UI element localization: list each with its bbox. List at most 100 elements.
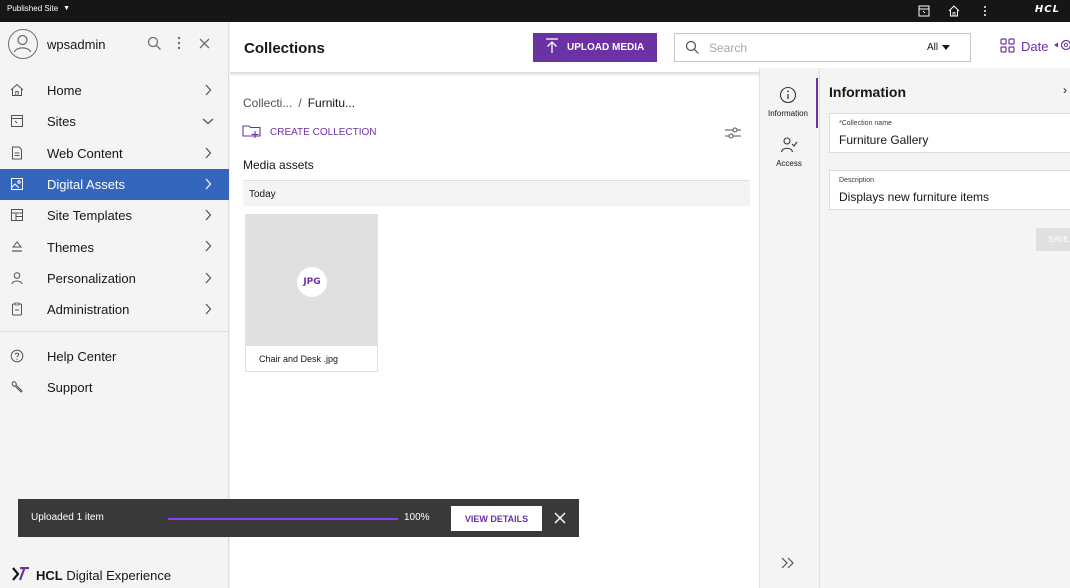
- view-details-button[interactable]: VIEW DETAILS: [451, 506, 542, 531]
- nav-item-label: Site Templates: [47, 208, 133, 224]
- collection-name-input[interactable]: [839, 132, 1064, 148]
- user-row: wpsadmin: [0, 22, 229, 70]
- nav-item-sites[interactable]: Sites: [0, 106, 229, 137]
- breadcrumb-current: Furnitu...: [307, 96, 356, 110]
- breadcrumb-collections[interactable]: Collecti...: [243, 96, 292, 110]
- collection-name-label: *Collection name: [839, 120, 892, 127]
- clipboard-icon: [9, 301, 25, 317]
- sort-settings-icon: [1054, 37, 1070, 56]
- template-icon: [9, 207, 25, 223]
- home-icon[interactable]: [946, 3, 962, 19]
- upload-toast: Uploaded 1 item 100% VIEW DETAILS: [18, 499, 579, 537]
- help-icon: [9, 348, 25, 364]
- hcl-dx-brand: HCL Digital Experience: [12, 566, 171, 584]
- filter-dropdown[interactable]: All: [927, 42, 951, 53]
- nav-item-label: Support: [47, 380, 93, 396]
- site-switcher[interactable]: Published Site ▼: [7, 4, 70, 13]
- nav-item-label: Help Center: [47, 349, 117, 365]
- paint-icon: [9, 238, 25, 254]
- details-rail: Information Access: [759, 68, 819, 588]
- breadcrumb: Collecti... / Furnitu...: [243, 96, 355, 110]
- close-icon[interactable]: [195, 34, 213, 52]
- info-icon: [779, 86, 797, 107]
- section-title: Media assets: [243, 158, 314, 172]
- asset-card[interactable]: JPG Chair and Desk .jpg: [245, 214, 378, 372]
- search-icon: [685, 40, 701, 56]
- home-icon: [9, 82, 25, 98]
- top-bar: Published Site ▼ HCL: [0, 0, 1070, 22]
- nav-item-label: Sites: [47, 114, 76, 130]
- search-input[interactable]: [709, 39, 889, 57]
- nav-item-themes[interactable]: Themes: [0, 231, 229, 262]
- nav-item-home[interactable]: Home: [0, 75, 229, 106]
- nav-item-label: Personalization: [47, 270, 136, 286]
- tab-access[interactable]: Access: [760, 128, 818, 178]
- sites-icon: [9, 113, 25, 129]
- grid-view-icon: [1000, 37, 1015, 56]
- tab-information[interactable]: Information: [760, 78, 818, 128]
- nav-item-site-templates[interactable]: Site Templates: [0, 200, 229, 231]
- nav-item-personalization[interactable]: Personalization: [0, 263, 229, 294]
- panel-title: Information: [829, 84, 906, 100]
- avatar[interactable]: [8, 29, 38, 59]
- chevron-right-icon: [200, 301, 216, 317]
- nav-divider: [0, 331, 229, 332]
- breadcrumb-separator: /: [298, 96, 302, 110]
- description-input[interactable]: [839, 189, 1064, 205]
- image-icon: [9, 176, 25, 192]
- brand-bold: HCL: [36, 568, 63, 583]
- nav-item-label: Themes: [47, 239, 94, 255]
- sort-control[interactable]: Date: [1000, 37, 1070, 56]
- chevron-right-icon: [200, 82, 216, 98]
- tab-label: Access: [776, 159, 802, 168]
- document-icon: [9, 145, 25, 161]
- filter-value: All: [927, 42, 939, 53]
- main-header: Collections UPLOAD MEDIA All Date: [230, 22, 1070, 74]
- collapse-panel-icon[interactable]: ›: [1063, 83, 1067, 97]
- chevron-right-icon: [200, 207, 216, 223]
- primary-nav: Home Sites Web Content Digital Assets Si…: [0, 75, 229, 325]
- nav-item-label: Web Content: [47, 145, 123, 161]
- overflow-menu-icon[interactable]: [977, 3, 993, 19]
- nav-item-support[interactable]: Support: [0, 372, 229, 403]
- upload-progress-fill: [168, 518, 398, 520]
- add-folder-icon: [242, 123, 262, 142]
- wrench-icon: [9, 379, 25, 395]
- upload-icon: [545, 38, 559, 57]
- search-icon[interactable]: [145, 34, 163, 52]
- caret-down-icon: [942, 42, 951, 53]
- sort-label: Date: [1021, 39, 1049, 54]
- chevron-right-icon: [200, 270, 216, 286]
- access-icon: [780, 136, 798, 157]
- username: wpsadmin: [47, 37, 106, 52]
- overflow-menu-icon[interactable]: [170, 34, 188, 52]
- create-collection-button[interactable]: CREATE COLLECTION: [242, 123, 377, 142]
- save-button[interactable]: SAVE: [1036, 228, 1070, 251]
- page-title: Collections: [244, 40, 325, 57]
- upload-media-button[interactable]: UPLOAD MEDIA: [533, 33, 657, 62]
- group-header: Today: [243, 180, 750, 206]
- chevron-down-icon: [200, 113, 216, 129]
- panel-icon[interactable]: [916, 3, 932, 19]
- upload-progress-percent: 100%: [404, 512, 430, 523]
- search-box: All: [674, 33, 971, 62]
- tab-label: Information: [767, 109, 809, 118]
- expand-panel-icon[interactable]: [780, 556, 798, 574]
- upload-progress-bar: [168, 518, 398, 520]
- nav-item-administration[interactable]: Administration: [0, 294, 229, 325]
- nav-item-web-content[interactable]: Web Content: [0, 138, 229, 169]
- nav-item-help-center[interactable]: Help Center: [0, 341, 229, 372]
- information-panel: Information › *Collection name Descripti…: [819, 68, 1070, 588]
- nav-item-digital-assets[interactable]: Digital Assets: [0, 168, 229, 201]
- hcl-logo: HCL: [1034, 4, 1060, 15]
- asset-thumbnail: JPG: [246, 215, 377, 346]
- close-icon[interactable]: [551, 509, 569, 527]
- create-collection-label: CREATE COLLECTION: [270, 127, 377, 138]
- collection-name-field: *Collection name: [829, 113, 1070, 153]
- user-icon: [9, 270, 25, 286]
- site-switcher-label: Published Site: [7, 4, 59, 13]
- nav-item-label: Administration: [47, 302, 130, 318]
- upload-media-label: UPLOAD MEDIA: [567, 42, 645, 53]
- toast-message: Uploaded 1 item: [31, 512, 104, 523]
- filter-settings-icon[interactable]: [724, 124, 742, 142]
